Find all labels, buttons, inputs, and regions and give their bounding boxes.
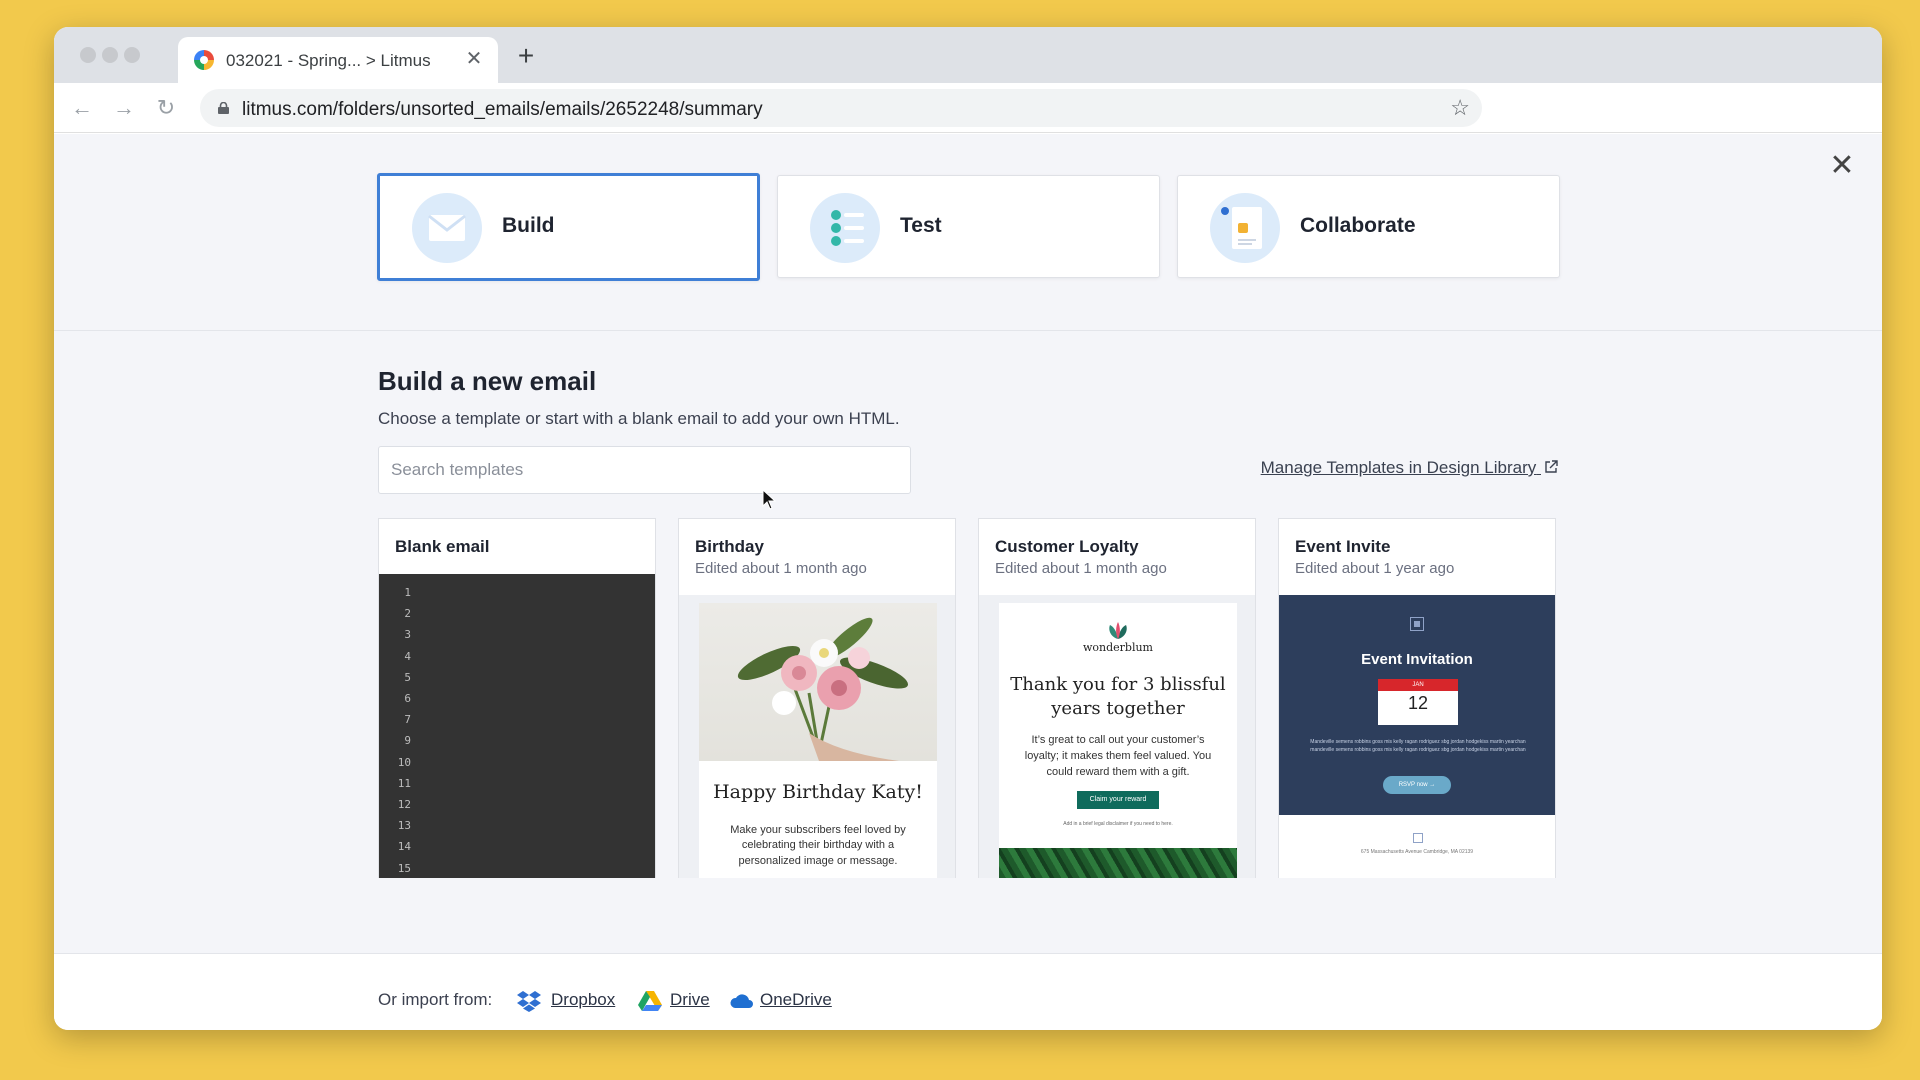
calendar-date-icon: JAN 12 (1378, 679, 1458, 725)
template-card-event-invite[interactable]: Event Invite Edited about 1 year ago Eve… (1278, 518, 1556, 878)
build-mode-card[interactable]: Build (377, 173, 760, 281)
code-line-number: 3 (404, 628, 411, 642)
collaborate-mode-label: Collaborate (1300, 214, 1416, 237)
birthday-email-preview: Happy Birthday Katy! Make your subscribe… (699, 603, 937, 878)
onedrive-cloud-icon (730, 994, 753, 1008)
template-card-customer-loyalty[interactable]: Customer Loyalty Edited about 1 month ag… (978, 518, 1256, 878)
code-line-number: 2 (404, 607, 411, 621)
wonderblum-logo-icon (1109, 622, 1127, 639)
import-bar: Or import from: Dropbox Drive OneDrive (54, 953, 1882, 1030)
mode-selector-panel: Build Test Collaborate ✕ (54, 134, 1882, 331)
claim-reward-preview-button: Claim your reward (1077, 791, 1159, 809)
loyalty-disclaimer-text: Add in a brief legal disclaimer if you n… (1063, 821, 1173, 827)
checklist-icon (810, 193, 880, 263)
external-link-icon (1545, 460, 1558, 473)
template-edited-meta: Edited about 1 month ago (995, 560, 1167, 577)
manage-templates-link[interactable]: Manage Templates in Design Library (1261, 458, 1558, 478)
url-text: litmus.com/folders/unsorted_emails/email… (242, 99, 763, 120)
tab-strip: 032021 - Spring... > Litmus ✕ + (54, 27, 1882, 83)
template-title: Customer Loyalty (995, 537, 1139, 556)
template-preview: wonderblum Thank you for 3 blissful year… (979, 595, 1255, 878)
flower-bouquet-image (699, 603, 937, 761)
import-drive-link[interactable]: Drive (670, 990, 710, 1010)
template-card-blank[interactable]: Blank email 1 2 3 4 5 6 7 9 10 11 12 13 14 15 (378, 518, 656, 878)
import-onedrive-link[interactable]: OneDrive (760, 990, 832, 1010)
event-footer-logo-icon (1413, 833, 1423, 843)
page-title: Build a new email (378, 366, 597, 396)
build-mode-label: Build (502, 214, 555, 237)
wonderblum-logo-text: wonderblum (1082, 641, 1153, 654)
tab-title: 032021 - Spring... > Litmus (226, 51, 431, 70)
dropbox-icon (517, 991, 541, 1012)
loyalty-preview-text: It’s great to call out your customer’s l… (1024, 734, 1212, 778)
import-dropbox-link[interactable]: Dropbox (551, 990, 615, 1010)
close-window-dot[interactable] (80, 47, 96, 63)
event-preview-footer: 675 Massachusetts Avenue Cambridge, MA 0… (1279, 815, 1555, 878)
loyalty-preview-heading: Thank you for 3 blissful years together (1010, 674, 1226, 720)
close-icon[interactable]: ✕ (1826, 150, 1858, 182)
loyalty-email-preview: wonderblum Thank you for 3 blissful year… (999, 603, 1237, 878)
page-content: Build Test Collaborate ✕ Build a new ema… (54, 134, 1882, 1030)
template-edited-meta: Edited about 1 month ago (695, 560, 867, 577)
collaborate-mode-card[interactable]: Collaborate (1177, 175, 1560, 278)
import-label: Or import from: (378, 990, 493, 1009)
new-tab-button[interactable]: + (512, 42, 540, 71)
thumbs-up-doc-icon (1210, 193, 1280, 263)
event-preview-text: Mandeville semens robbins goss mis kelly… (1310, 739, 1526, 753)
mouse-cursor-icon (762, 489, 777, 510)
code-line-number: 1 (404, 586, 411, 599)
litmus-favicon-icon (194, 50, 214, 70)
code-line-number: 13 (397, 819, 411, 833)
lock-icon (218, 102, 229, 114)
template-edited-meta: Edited about 1 year ago (1295, 560, 1455, 577)
browser-window: 032021 - Spring... > Litmus ✕ + ← → ↻ li… (54, 27, 1882, 1030)
code-line-number: 14 (397, 840, 411, 854)
event-logo-icon (1410, 617, 1424, 631)
back-button[interactable]: ← (68, 94, 96, 122)
test-mode-label: Test (900, 214, 942, 237)
event-address-text: 675 Massachusetts Avenue Cambridge, MA 0… (1360, 849, 1474, 855)
template-title: Blank email (395, 537, 490, 556)
google-drive-icon (638, 991, 662, 1011)
rsvp-preview-button: RSVP now → (1383, 776, 1451, 794)
code-line-number: 9 (404, 734, 411, 748)
minimize-window-dot[interactable] (102, 47, 118, 63)
code-line-number: 15 (397, 861, 411, 875)
bookmark-star-icon[interactable]: ☆ (1450, 95, 1470, 121)
birthday-preview-text: Make your subscribers feel loved by cele… (730, 824, 906, 867)
code-editor-preview: 1 2 3 4 5 6 7 9 10 11 12 13 14 15 (379, 574, 655, 878)
template-card-birthday[interactable]: Birthday Edited about 1 month ago Happy … (678, 518, 956, 878)
code-line-number: 4 (404, 649, 411, 663)
code-line-number: 12 (397, 798, 411, 811)
reload-button[interactable]: ↻ (152, 94, 180, 122)
template-title: Event Invite (1295, 537, 1391, 556)
birthday-preview-heading: Happy Birthday Katy! (713, 781, 923, 803)
event-email-preview: Event Invitation JAN 12 Mandeville semen… (1279, 595, 1555, 815)
code-line-number: 11 (397, 776, 411, 790)
forward-button[interactable]: → (110, 94, 138, 122)
template-preview: Happy Birthday Katy! Make your subscribe… (679, 595, 955, 878)
code-line-number: 10 (397, 755, 411, 769)
maximize-window-dot[interactable] (124, 47, 140, 63)
event-preview-heading: Event Invitation (1361, 651, 1473, 668)
browser-toolbar: ← → ↻ litmus.com/folders/unsorted_emails… (54, 83, 1882, 133)
template-title: Birthday (695, 537, 764, 556)
search-templates-input[interactable] (378, 446, 911, 494)
code-line-number: 5 (404, 670, 411, 684)
envelope-icon (412, 193, 482, 263)
code-line-number: 7 (404, 713, 411, 727)
tab-close-icon[interactable]: ✕ (462, 47, 486, 71)
calendar-day: 12 (1407, 693, 1429, 713)
page-subtitle: Choose a template or start with a blank … (378, 409, 900, 428)
code-line-number: 6 (404, 692, 411, 705)
calendar-month: JAN (1378, 679, 1458, 691)
tropical-leaves-image (999, 848, 1237, 878)
manage-templates-link-text: Manage Templates in Design Library (1260, 458, 1537, 477)
test-mode-card[interactable]: Test (777, 175, 1160, 278)
browser-tab[interactable]: 032021 - Spring... > Litmus ✕ (178, 37, 498, 83)
address-bar[interactable]: litmus.com/folders/unsorted_emails/email… (200, 89, 1482, 127)
